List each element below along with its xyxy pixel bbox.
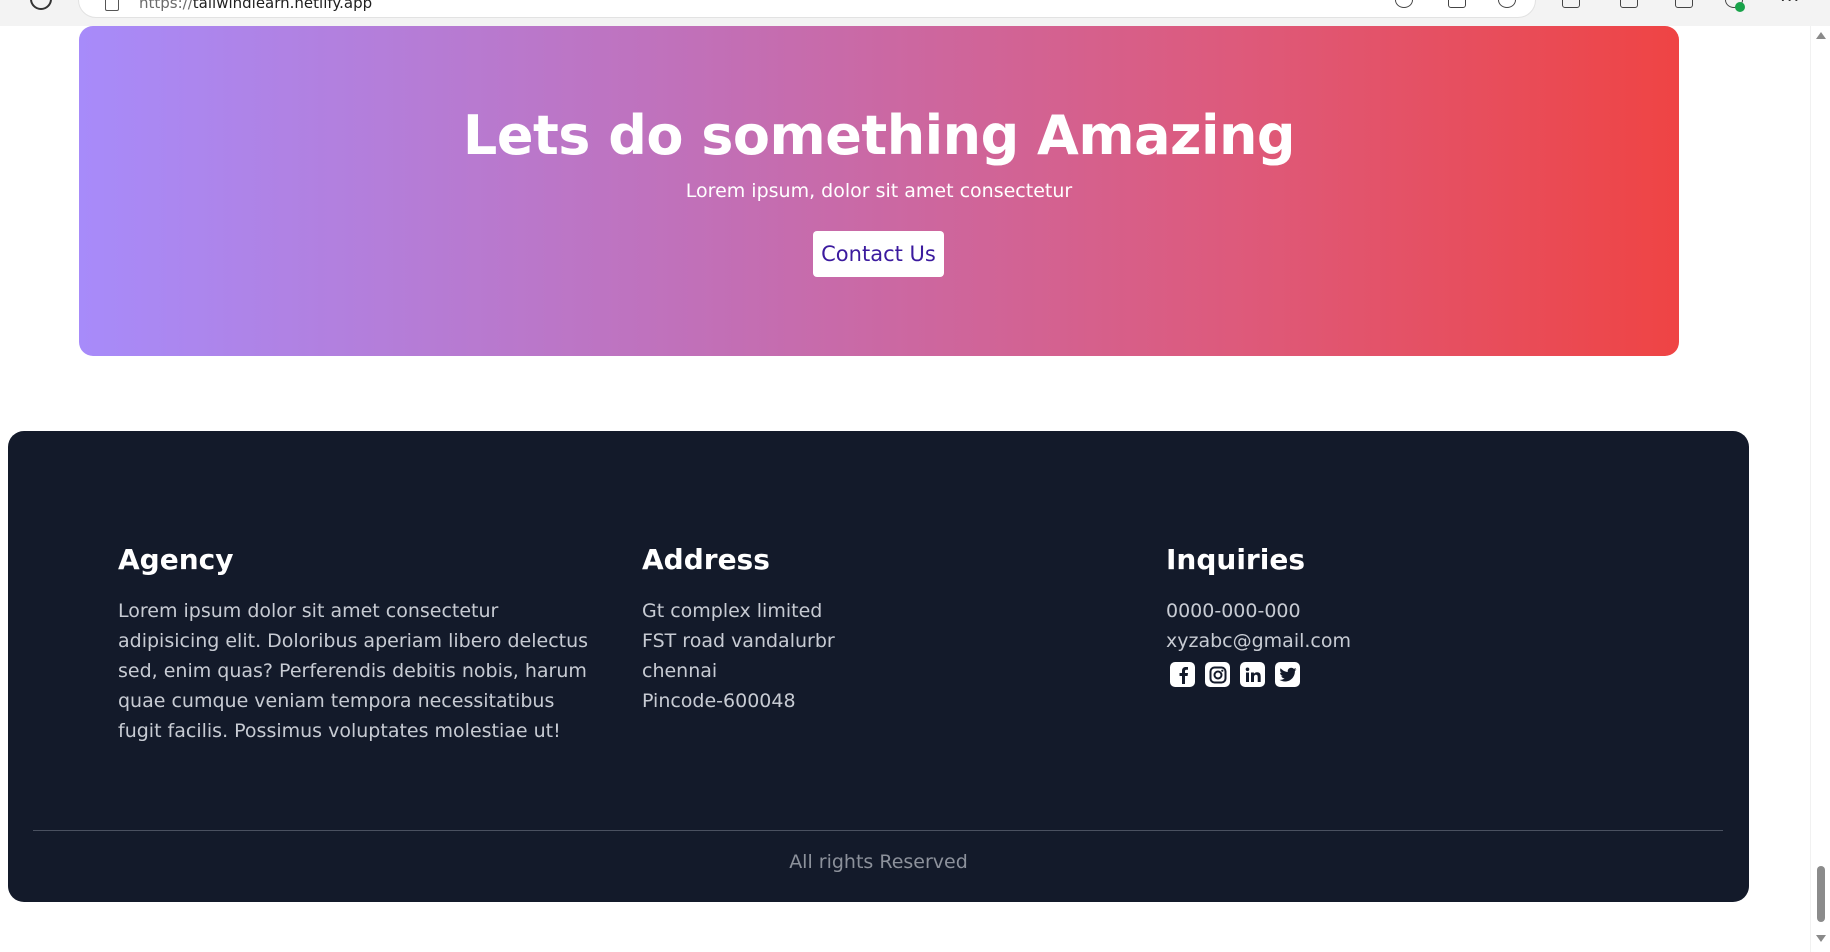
twitter-icon[interactable] — [1275, 662, 1300, 687]
address-line: chennai — [642, 660, 718, 682]
site-footer: Agency Lorem ipsum dolor sit amet consec… — [8, 431, 1749, 902]
inquiries-phone: 0000-000-000 — [1166, 600, 1301, 622]
split-screen-icon[interactable] — [1562, 0, 1580, 8]
cta-title: Lets do something Amazing — [462, 104, 1296, 167]
scrollbar-thumb[interactable] — [1817, 866, 1825, 922]
inquiries-email[interactable]: xyzabc@gmail.com — [1166, 626, 1646, 656]
contact-us-button[interactable]: Contact Us — [813, 231, 944, 277]
address-bar[interactable]: https://tailwindlearn.netlify.app — [78, 0, 1536, 18]
footer-agency-column: Agency Lorem ipsum dolor sit amet consec… — [118, 543, 598, 746]
immersive-reader-icon[interactable] — [1448, 0, 1466, 8]
more-menu-icon[interactable]: ··· — [1780, 0, 1800, 11]
address-line: Pincode-600048 — [642, 690, 796, 712]
url-scheme: https:// — [139, 0, 193, 12]
footer-inquiries-heading: Inquiries — [1166, 543, 1305, 576]
footer-divider — [33, 830, 1723, 831]
footer-agency-heading: Agency — [118, 543, 234, 576]
scroll-up-arrow-icon[interactable] — [1816, 32, 1826, 39]
social-links — [1170, 662, 1646, 687]
vertical-scrollbar[interactable] — [1810, 26, 1830, 952]
browser-toolbar: https://tailwindlearn.netlify.app ··· — [0, 0, 1830, 26]
footer-address-heading: Address — [642, 543, 770, 576]
url-host: tailwindlearn.netlify.app — [192, 0, 373, 12]
footer-address-column: Address Gt complex limited FST road vand… — [642, 543, 1122, 716]
extension-status-badge — [1735, 2, 1745, 12]
site-info-icon[interactable] — [105, 0, 119, 11]
footer-agency-text: Lorem ipsum dolor sit amet consectetur a… — [118, 600, 589, 742]
address-line: Gt complex limited — [642, 600, 823, 622]
copyright-text: All rights Reserved — [789, 851, 968, 873]
address-line: FST road vandalurbr — [642, 630, 835, 652]
cta-banner: Lets do something Amazing Lorem ipsum, d… — [79, 26, 1679, 356]
footer-inquiries-column: Inquiries 0000-000-000 xyzabc@gmail.com — [1166, 543, 1646, 687]
facebook-icon[interactable] — [1170, 662, 1195, 687]
scroll-down-arrow-icon[interactable] — [1816, 935, 1826, 942]
collections-icon[interactable] — [1675, 0, 1693, 8]
cta-subtitle: Lorem ipsum, dolor sit amet consectetur — [685, 180, 1073, 202]
favorites-list-icon[interactable] — [1620, 0, 1638, 8]
instagram-icon[interactable] — [1205, 662, 1230, 687]
url-text[interactable]: https://tailwindlearn.netlify.app — [139, 0, 372, 12]
linkedin-icon[interactable] — [1240, 662, 1265, 687]
reload-icon[interactable] — [30, 0, 52, 10]
